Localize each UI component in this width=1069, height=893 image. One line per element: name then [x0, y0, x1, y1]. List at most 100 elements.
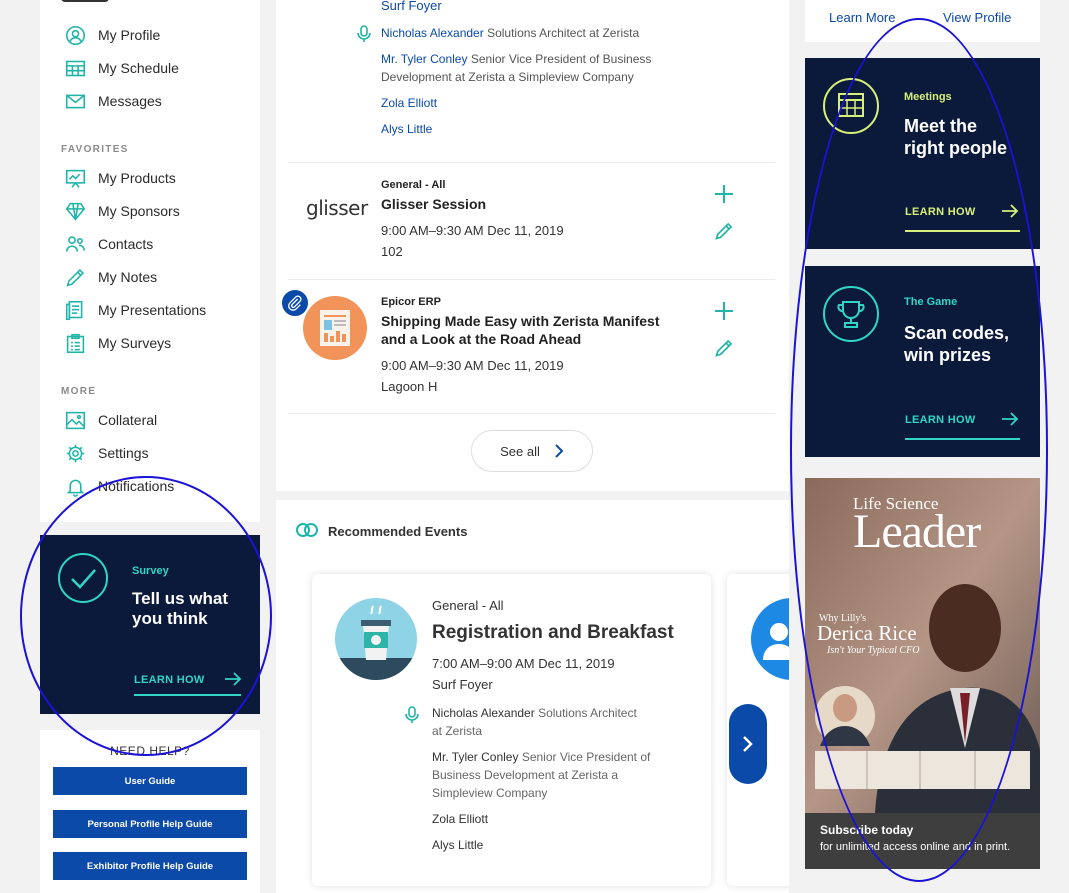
- left-sidebar: My Profile My Schedule Messages FAVORITE…: [40, 0, 260, 522]
- speaker-role-continued: at Zerista: [432, 724, 483, 738]
- speaker-name[interactable]: Alys Little: [432, 836, 682, 854]
- speaker-name[interactable]: Nicholas Alexander: [432, 706, 535, 720]
- speaker-role: Senior Vice President of Business: [470, 52, 652, 66]
- speaker-role-continued: Development at Zerista a Simpleview Comp…: [381, 70, 634, 84]
- session-time: 9:00 AM–9:30 AM Dec 11, 2019: [381, 358, 564, 373]
- game-ad-cta[interactable]: LEARN HOW: [905, 414, 976, 426]
- sessions-panel: Surf Foyer Nicholas Alexander Solutions …: [276, 0, 789, 491]
- clipboard-list-icon: [64, 332, 86, 354]
- session-location: Lagoon H: [381, 379, 438, 394]
- session-title[interactable]: Glisser Session: [381, 195, 691, 213]
- sidebar-item-my-products[interactable]: My Products: [64, 166, 176, 190]
- divider: [288, 162, 775, 163]
- meetings-ad-cta[interactable]: LEARN HOW: [905, 206, 976, 218]
- speaker-name-link[interactable]: Alys Little: [381, 122, 432, 136]
- sidebar-item-settings[interactable]: Settings: [64, 441, 149, 465]
- arrow-right-icon: [1002, 204, 1019, 218]
- meetings-ad-title-line2: right people: [904, 138, 1007, 158]
- people-icon: [64, 233, 86, 255]
- sidebar-item-messages[interactable]: Messages: [64, 89, 162, 113]
- survey-ad-banner[interactable]: Survey Tell us what you think LEARN HOW: [40, 535, 260, 714]
- event-time: 7:00 AM–9:00 AM Dec 11, 2019: [432, 656, 615, 671]
- event-speaker: Mr. Tyler Conley Senior Vice President o…: [432, 748, 682, 766]
- sidebar-item-label: My Profile: [98, 27, 161, 43]
- game-ad-title-line2: win prizes: [904, 345, 992, 365]
- diamond-icon: [64, 200, 86, 222]
- game-ad-title-line1: Scan codes,: [904, 323, 1010, 343]
- sidebar-item-my-schedule[interactable]: My Schedule: [64, 56, 179, 80]
- linked-circles-icon: [296, 523, 318, 537]
- sidebar-item-notifications[interactable]: Notifications: [64, 474, 174, 498]
- session-title-line2[interactable]: and a Look at the Road Ahead: [381, 330, 691, 348]
- speaker-name[interactable]: Mr. Tyler Conley: [432, 750, 518, 764]
- speaker-role-continued: Business Development at Zerista a: [432, 768, 619, 782]
- pencil-icon: [64, 266, 86, 288]
- calendar-icon: [823, 78, 879, 134]
- envelope-icon: [64, 90, 86, 112]
- gear-icon: [64, 442, 86, 464]
- speaker-name-link[interactable]: Zola Elliott: [381, 96, 437, 110]
- microphone-icon: [357, 25, 371, 42]
- add-session-button[interactable]: [712, 299, 736, 323]
- sidebar-item-my-surveys[interactable]: My Surveys: [64, 331, 171, 355]
- session-location-link[interactable]: 102: [381, 244, 403, 259]
- paperclip-icon: [288, 295, 302, 311]
- subscribe-heading: Subscribe today: [820, 823, 914, 837]
- personal-profile-help-guide-button[interactable]: Personal Profile Help Guide: [53, 810, 247, 838]
- microphone-icon: [405, 706, 419, 723]
- arrow-right-icon: [1002, 412, 1019, 426]
- calendar-grid-icon: [64, 57, 86, 79]
- survey-ad-kicker: Survey: [132, 565, 169, 577]
- help-box: NEED HELP? User Guide Personal Profile H…: [40, 730, 260, 893]
- speaker-name-link[interactable]: Mr. Tyler Conley: [381, 52, 467, 66]
- see-all-button[interactable]: See all: [471, 430, 593, 472]
- sidebar-item-label: My Surveys: [98, 335, 172, 351]
- session-time: 9:00 AM–9:30 AM Dec 11, 2019: [381, 223, 564, 238]
- cover-sub: Isn't Your Typical CFO: [827, 645, 920, 656]
- game-ad-underline: [905, 438, 1020, 440]
- edit-note-button[interactable]: [712, 219, 736, 243]
- sidebar-item-contacts[interactable]: Contacts: [64, 232, 153, 256]
- recommended-events-panel: Recommended Events General - All Registr…: [276, 500, 789, 893]
- session-title-line1[interactable]: Shipping Made Easy with Zerista Manifest: [381, 312, 691, 330]
- profile-links-box: Learn More View Profile: [805, 0, 1040, 42]
- pencil-icon: [715, 222, 733, 240]
- speaker-name-link[interactable]: Nicholas Alexander: [381, 26, 484, 40]
- speaker-role: Solutions Architect at Zerista: [487, 26, 640, 40]
- event-location: Surf Foyer: [432, 677, 493, 692]
- learn-more-link[interactable]: Learn More: [829, 10, 895, 25]
- help-title: NEED HELP?: [110, 744, 190, 758]
- game-ad-banner[interactable]: The Game Scan codes, win prizes LEARN HO…: [805, 266, 1040, 457]
- sidebar-item-label: Notifications: [98, 478, 175, 494]
- plus-icon: [715, 302, 733, 320]
- speaker-role: Solutions Architect: [538, 706, 637, 720]
- sidebar-item-my-profile[interactable]: My Profile: [64, 23, 160, 47]
- event-title[interactable]: Registration and Breakfast: [432, 622, 674, 644]
- image-icon: [64, 409, 86, 431]
- sidebar-item-my-presentations[interactable]: My Presentations: [64, 298, 206, 322]
- speaker-role: Senior Vice President of: [521, 750, 651, 764]
- meetings-ad-banner[interactable]: Meetings Meet the right people LEARN HOW: [805, 58, 1040, 249]
- presentation-board-icon: [64, 167, 86, 189]
- survey-ad-underline: [134, 694, 241, 696]
- event-card[interactable]: General - All Registration and Breakfast…: [312, 574, 711, 886]
- edit-note-button[interactable]: [712, 336, 736, 360]
- carousel-next-button[interactable]: [729, 704, 767, 784]
- speaker-name[interactable]: Zola Elliott: [432, 810, 682, 828]
- check-circle-icon: [58, 553, 108, 603]
- document-chart-icon: [320, 310, 350, 346]
- sidebar-item-my-notes[interactable]: My Notes: [64, 265, 157, 289]
- add-session-button[interactable]: [712, 182, 736, 206]
- magazine-ad-banner[interactable]: Life Science Leader Why Lilly's Derica R…: [805, 478, 1040, 869]
- meetings-ad-underline: [905, 230, 1020, 232]
- group-people-icon: [763, 623, 789, 660]
- exhibitor-profile-help-guide-button[interactable]: Exhibitor Profile Help Guide: [53, 852, 247, 880]
- view-profile-link[interactable]: View Profile: [943, 10, 1011, 25]
- session-location-link[interactable]: Surf Foyer: [381, 0, 442, 13]
- sidebar-item-label: My Presentations: [98, 302, 207, 318]
- sidebar-item-my-sponsors[interactable]: My Sponsors: [64, 199, 180, 223]
- speaker-row: Mr. Tyler Conley Senior Vice President o…: [381, 50, 701, 68]
- survey-ad-cta[interactable]: LEARN HOW: [134, 674, 205, 686]
- user-guide-button[interactable]: User Guide: [53, 767, 247, 795]
- sidebar-item-collateral[interactable]: Collateral: [64, 408, 157, 432]
